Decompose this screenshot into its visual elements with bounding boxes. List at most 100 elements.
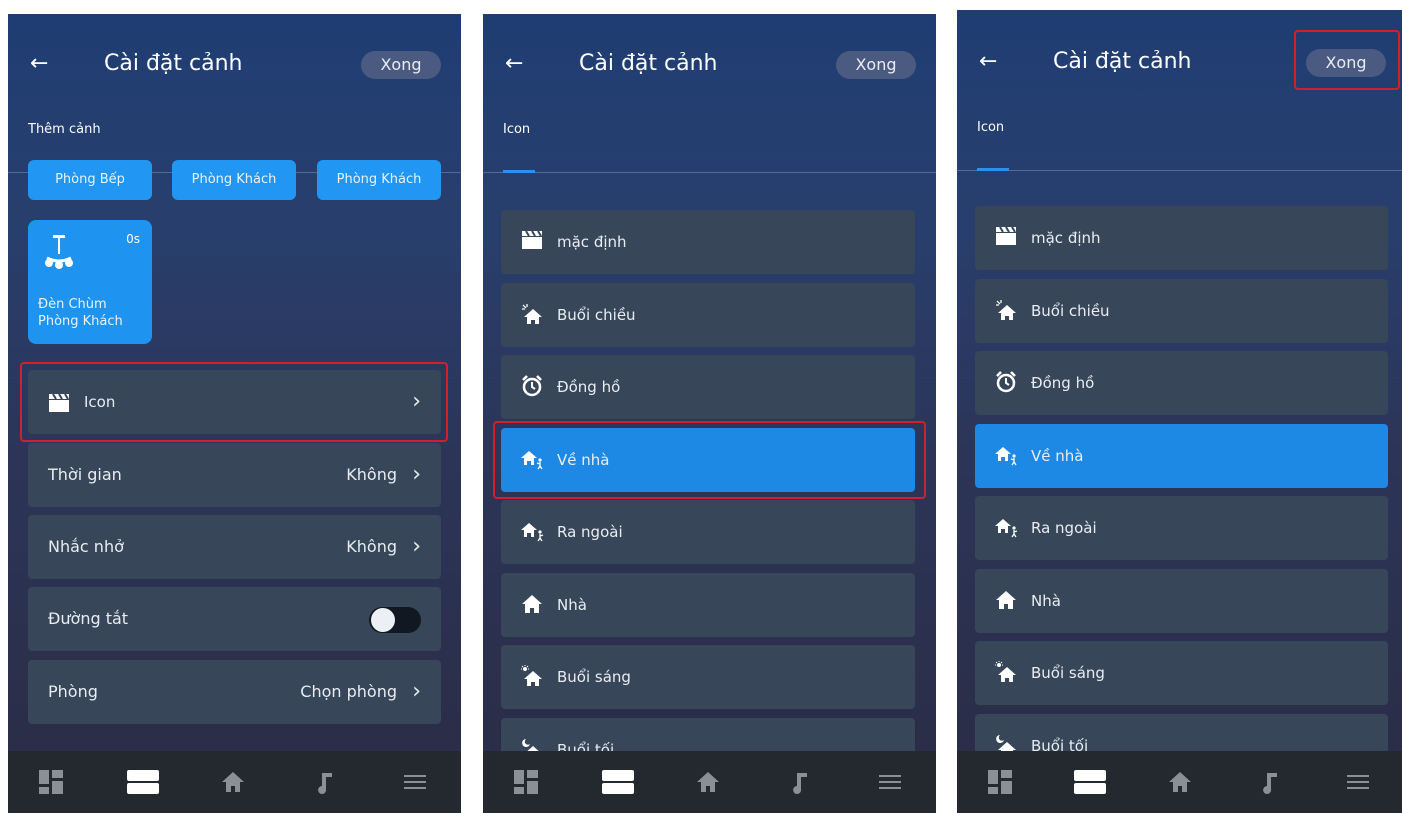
time-row[interactable]: Thời gian Không › — [28, 443, 441, 507]
icon-option[interactable]: Buổi sáng — [975, 641, 1388, 705]
reminder-row[interactable]: Nhắc nhở Không › — [28, 515, 441, 579]
scenes-icon[interactable] — [1073, 769, 1107, 795]
icon-option[interactable]: Buổi sáng — [501, 645, 915, 709]
dashboard-icon[interactable] — [38, 769, 64, 795]
chevron-right-icon: › — [412, 462, 421, 487]
menu-icon[interactable] — [402, 769, 428, 795]
back-arrow-icon[interactable]: ← — [505, 50, 523, 78]
tab-indicator — [503, 170, 535, 173]
clapperboard-icon — [995, 226, 1017, 248]
icon-option[interactable]: Ra ngoài — [975, 496, 1388, 560]
row-label: Đường tắt — [48, 609, 129, 628]
home-icon — [521, 593, 543, 615]
chandelier-icon — [45, 235, 73, 269]
music-icon[interactable] — [1257, 769, 1283, 795]
room-row[interactable]: Phòng Chọn phòng › — [28, 660, 441, 724]
page-title: Cài đặt cảnh — [104, 51, 243, 76]
icon-option[interactable]: Nhà — [501, 572, 915, 637]
go-out-icon — [521, 520, 544, 542]
scenes-icon[interactable] — [601, 769, 635, 795]
shortcut-row: Đường tắt — [28, 587, 441, 651]
tab-divider — [957, 170, 1402, 171]
row-label: Nhắc nhở — [48, 537, 124, 556]
header: ← Cài đặt cảnh Xong — [8, 14, 461, 114]
bottom-nav — [8, 751, 461, 813]
home-icon[interactable] — [1167, 769, 1193, 795]
back-arrow-icon[interactable]: ← — [979, 48, 997, 76]
device-card[interactable]: 0s Đèn Chùm Phòng Khách — [28, 220, 152, 344]
highlight-box — [493, 421, 926, 499]
come-home-icon — [995, 444, 1017, 466]
icon-option-label: Về nhà — [1031, 446, 1084, 465]
afternoon-house-icon — [521, 303, 543, 325]
dashboard-icon[interactable] — [513, 769, 539, 795]
tab-add-scene[interactable]: Thêm cảnh — [28, 122, 101, 137]
music-icon[interactable] — [312, 769, 338, 795]
menu-icon[interactable] — [1345, 769, 1371, 795]
row-label: Phòng — [48, 682, 98, 701]
room-chip[interactable]: Phòng Khách — [317, 160, 441, 200]
icon-option-label: Buổi chiều — [557, 305, 636, 324]
screen-icon-picker-done: ← Cài đặt cảnh Xong Icon mặc định Buổi ch… — [957, 10, 1402, 813]
shortcut-toggle[interactable] — [369, 607, 421, 633]
back-arrow-icon[interactable]: ← — [30, 50, 48, 78]
device-name-line: Đèn Chùm — [38, 297, 107, 312]
icon-option[interactable]: Đồng hồ — [501, 355, 915, 419]
page-title: Cài đặt cảnh — [1053, 49, 1192, 74]
icon-option-label: Nhà — [1031, 591, 1061, 610]
music-icon[interactable] — [787, 769, 813, 795]
highlight-box — [20, 362, 448, 442]
scenes-icon[interactable] — [126, 769, 160, 795]
icon-option-label: Nhà — [557, 595, 587, 614]
tab-divider — [483, 172, 936, 173]
room-chip[interactable]: Phòng Bếp — [28, 160, 152, 200]
alarm-clock-icon — [521, 375, 543, 397]
screen-scene-settings: ← Cài đặt cảnh Xong Thêm cảnh Phòng Bếp … — [8, 14, 461, 813]
screen-icon-picker: ← Cài đặt cảnh Xong Icon mặc định Buổi ch… — [483, 14, 936, 813]
tab-indicator — [977, 168, 1009, 171]
icon-option-label: Buổi chiều — [1031, 301, 1110, 320]
dashboard-icon[interactable] — [987, 769, 1013, 795]
row-value: Chọn phòng — [300, 682, 397, 701]
device-name: Đèn Chùm Phòng Khách — [38, 296, 123, 330]
icon-option-label: Đồng hồ — [1031, 374, 1095, 392]
row-value: Không — [346, 537, 397, 556]
chevron-right-icon: › — [412, 534, 421, 559]
row-label: Thời gian — [48, 465, 122, 484]
icon-option[interactable]: Buổi chiều — [501, 282, 915, 347]
home-icon[interactable] — [695, 769, 721, 795]
icon-option-label: Buổi sáng — [557, 668, 631, 686]
chevron-right-icon: › — [412, 679, 421, 704]
icon-option[interactable]: Ra ngoài — [501, 500, 915, 564]
icon-option-label: Ra ngoài — [557, 523, 623, 541]
done-button[interactable]: Xong — [836, 51, 916, 79]
icon-option[interactable]: Buổi chiều — [975, 278, 1388, 343]
done-button[interactable]: Xong — [361, 51, 441, 79]
icon-option[interactable]: Về nhà — [975, 423, 1388, 488]
afternoon-house-icon — [995, 299, 1017, 321]
bottom-nav — [483, 751, 936, 813]
header: ← Cài đặt cảnh Xong — [483, 14, 936, 114]
tab-icon[interactable]: Icon — [977, 120, 1004, 135]
icon-option[interactable]: Nhà — [975, 568, 1388, 633]
icon-option-label: Buổi sáng — [1031, 664, 1105, 682]
go-out-icon — [995, 516, 1018, 538]
device-delay: 0s — [126, 232, 140, 246]
bottom-nav — [957, 751, 1402, 813]
icon-option[interactable]: Đồng hồ — [975, 351, 1388, 415]
icon-option-label: mặc định — [557, 233, 627, 251]
morning-house-icon — [521, 665, 543, 687]
room-chip[interactable]: Phòng Khách — [172, 160, 296, 200]
row-value: Không — [346, 465, 397, 484]
home-icon — [995, 589, 1017, 611]
icon-option[interactable]: mặc định — [501, 210, 915, 274]
clapperboard-icon — [521, 230, 543, 252]
home-icon[interactable] — [220, 769, 246, 795]
icon-option[interactable]: mặc định — [975, 206, 1388, 270]
alarm-clock-icon — [995, 371, 1017, 393]
page-title: Cài đặt cảnh — [579, 51, 718, 76]
toggle-knob — [371, 608, 395, 632]
tab-icon[interactable]: Icon — [503, 122, 530, 137]
icon-option-label: Đồng hồ — [557, 378, 621, 396]
menu-icon[interactable] — [877, 769, 903, 795]
